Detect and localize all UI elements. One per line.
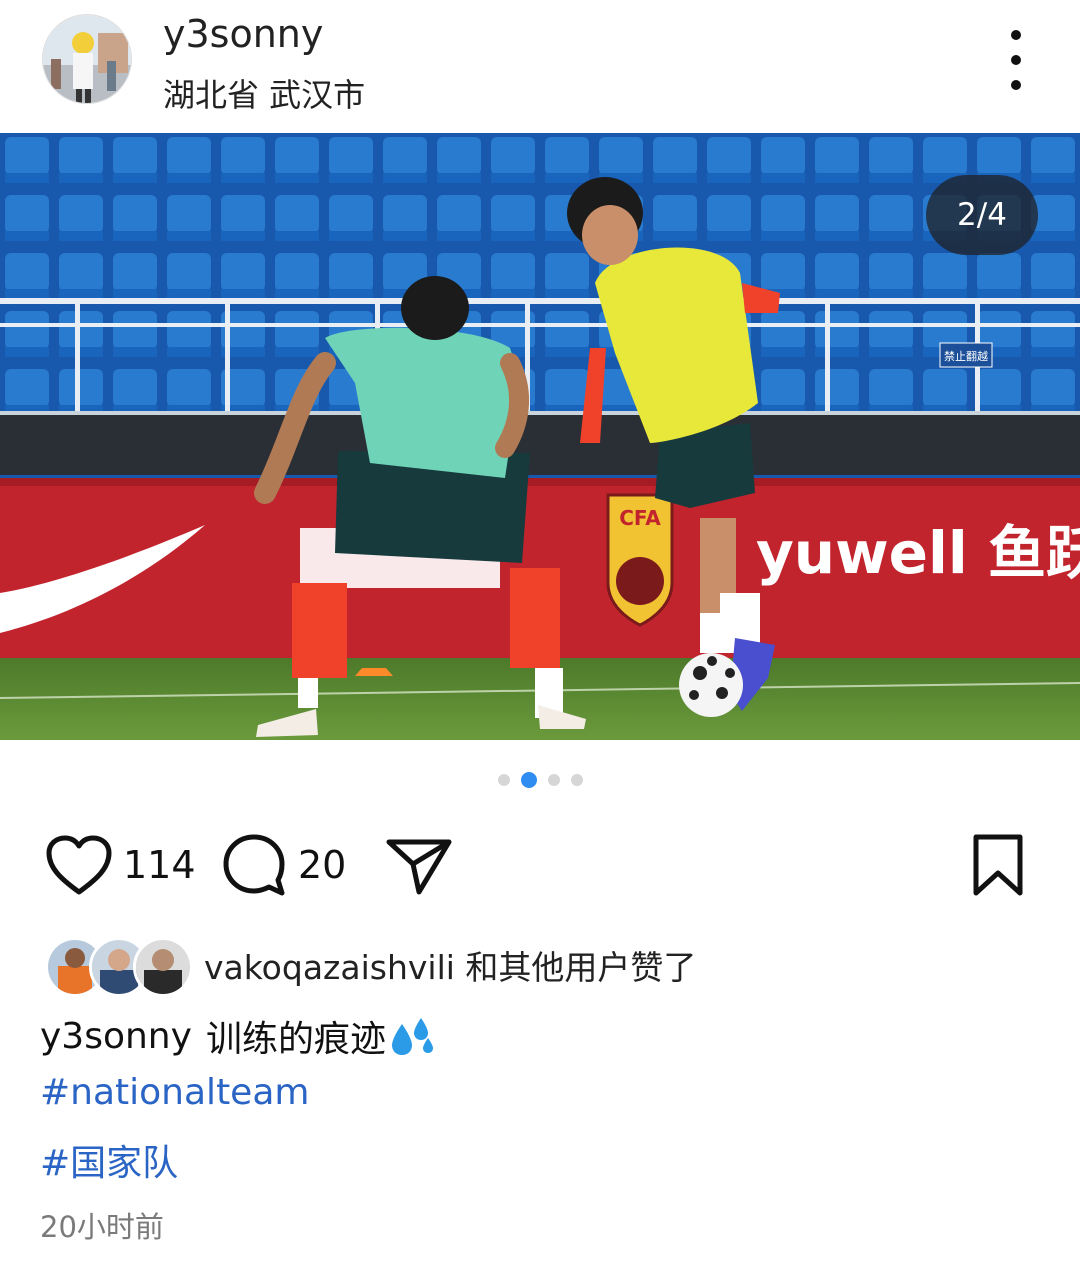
more-options-icon[interactable] — [994, 30, 1038, 90]
sweat-droplets-icon — [391, 1018, 433, 1055]
image-counter: 2/4 — [926, 175, 1038, 255]
save-button[interactable] — [968, 825, 1028, 905]
post-page: y3sonny 湖北省 武汉市 禁止翻越 CFA yuwell 鱼跃 2/4 1… — [0, 0, 1080, 1271]
caption-text: 训练的痕迹 — [205, 1019, 386, 1060]
like-button[interactable]: 114 — [45, 825, 196, 905]
share-button[interactable] — [385, 825, 453, 905]
carousel-dot[interactable] — [570, 774, 583, 786]
carousel-dot[interactable] — [547, 774, 560, 786]
liked-by-row[interactable]: vakoqazaishvili 和其他用户赞了 — [45, 935, 696, 997]
user-avatar[interactable] — [42, 14, 132, 104]
comment-button[interactable]: 20 — [220, 825, 346, 905]
comment-count: 20 — [298, 843, 347, 887]
hashtag-link[interactable]: #国家队 — [40, 1134, 178, 1186]
heart-outline-icon — [46, 835, 112, 895]
post-timestamp: 20小时前 — [40, 1210, 164, 1244]
comment-bubble-icon — [223, 834, 285, 896]
carousel-dot-active[interactable] — [520, 772, 537, 788]
location[interactable]: 湖北省 武汉市 — [163, 70, 365, 116]
liker-avatar — [133, 937, 193, 997]
carousel-dot[interactable] — [497, 774, 510, 786]
liked-by-text[interactable]: vakoqazaishvili 和其他用户赞了 — [204, 941, 696, 989]
post-photo[interactable]: 禁止翻越 CFA yuwell 鱼跃 2/4 — [0, 133, 1080, 740]
hashtag-link[interactable]: #nationalteam — [40, 1072, 309, 1113]
username[interactable]: y3sonny — [163, 12, 323, 56]
caption-username[interactable]: y3sonny — [40, 1016, 192, 1057]
action-bar: 114 20 — [0, 825, 1080, 905]
paper-plane-icon — [386, 839, 452, 895]
carousel-dots[interactable] — [0, 772, 1080, 788]
liker-avatars — [45, 937, 193, 997]
sign-text: 禁止翻越 — [944, 349, 988, 363]
post-header: y3sonny 湖北省 武汉市 — [0, 0, 1080, 133]
bookmark-outline-icon — [973, 834, 1023, 896]
like-count: 114 — [123, 843, 196, 887]
crest-text: CFA — [619, 506, 661, 530]
caption: y3sonny 训练的痕迹 — [40, 1010, 436, 1062]
sponsor-text: yuwell 鱼跃 — [756, 519, 1080, 587]
training-photo: 禁止翻越 CFA yuwell 鱼跃 — [0, 133, 1080, 740]
